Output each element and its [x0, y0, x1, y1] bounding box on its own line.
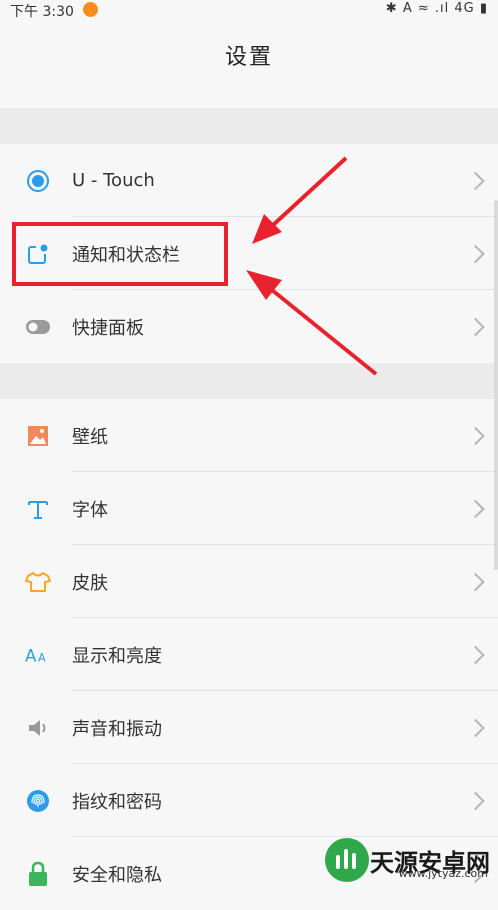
settings-group-2: 壁纸 字体 皮肤 AA 显示和亮度 声音和振动 指纹和密码 安全和隐私	[0, 399, 498, 910]
font-icon	[25, 496, 51, 522]
page-header: 设置	[0, 20, 498, 90]
chevron-right-icon	[466, 572, 485, 591]
settings-item-label: 显示和亮度	[72, 645, 162, 667]
status-time: 下午 3:30	[10, 4, 74, 20]
status-bar: 下午 3:30 ✱ A ≈ .ıl 4G ▮	[0, 0, 498, 20]
svg-text:A: A	[25, 645, 37, 665]
toggle-icon	[25, 314, 51, 340]
svg-text:A: A	[38, 651, 46, 664]
watermark-logo-icon	[325, 838, 369, 882]
chevron-right-icon	[466, 499, 485, 518]
settings-item-sound[interactable]: 声音和振动	[0, 691, 498, 764]
status-icons: ✱ A ≈ .ıl 4G ▮	[385, 1, 488, 16]
scrollbar[interactable]	[494, 200, 498, 570]
settings-item-display[interactable]: AA 显示和亮度	[0, 618, 498, 691]
section-divider	[0, 363, 498, 399]
chevron-right-icon	[466, 426, 485, 445]
settings-item-label: 壁纸	[72, 426, 108, 448]
utouch-icon	[25, 168, 51, 194]
watermark-url: www.jytyaz.com	[398, 867, 488, 880]
settings-item-font[interactable]: 字体	[0, 472, 498, 545]
page-title: 设置	[224, 45, 273, 70]
chevron-right-icon	[466, 171, 485, 190]
fingerprint-icon	[25, 788, 51, 814]
settings-item-utouch[interactable]: U - Touch	[0, 144, 498, 217]
chevron-right-icon	[466, 791, 485, 810]
chevron-right-icon	[466, 317, 485, 336]
wallpaper-icon	[25, 423, 51, 449]
theme-icon	[25, 569, 51, 595]
annotation-highlight-box	[12, 222, 228, 286]
settings-item-label: 快捷面板	[72, 317, 144, 339]
watermark: 天源安卓网 www.jytyaz.com	[324, 837, 490, 883]
settings-item-label: U - Touch	[72, 170, 155, 191]
settings-item-label: 字体	[72, 499, 108, 521]
settings-item-quick-panel[interactable]: 快捷面板	[0, 290, 498, 363]
settings-item-fingerprint[interactable]: 指纹和密码	[0, 764, 498, 837]
settings-item-label: 指纹和密码	[72, 791, 162, 813]
chevron-right-icon	[466, 645, 485, 664]
app-notification-icon	[83, 2, 98, 17]
chevron-right-icon	[466, 244, 485, 263]
chevron-right-icon	[466, 718, 485, 737]
settings-item-theme[interactable]: 皮肤	[0, 545, 498, 618]
settings-item-label: 安全和隐私	[72, 864, 162, 886]
sound-icon	[25, 715, 51, 741]
lock-icon	[25, 861, 51, 887]
display-icon: AA	[25, 642, 51, 668]
section-divider	[0, 108, 498, 144]
settings-item-label: 皮肤	[72, 572, 108, 594]
settings-item-label: 声音和振动	[72, 718, 162, 740]
settings-item-wallpaper[interactable]: 壁纸	[0, 399, 498, 472]
